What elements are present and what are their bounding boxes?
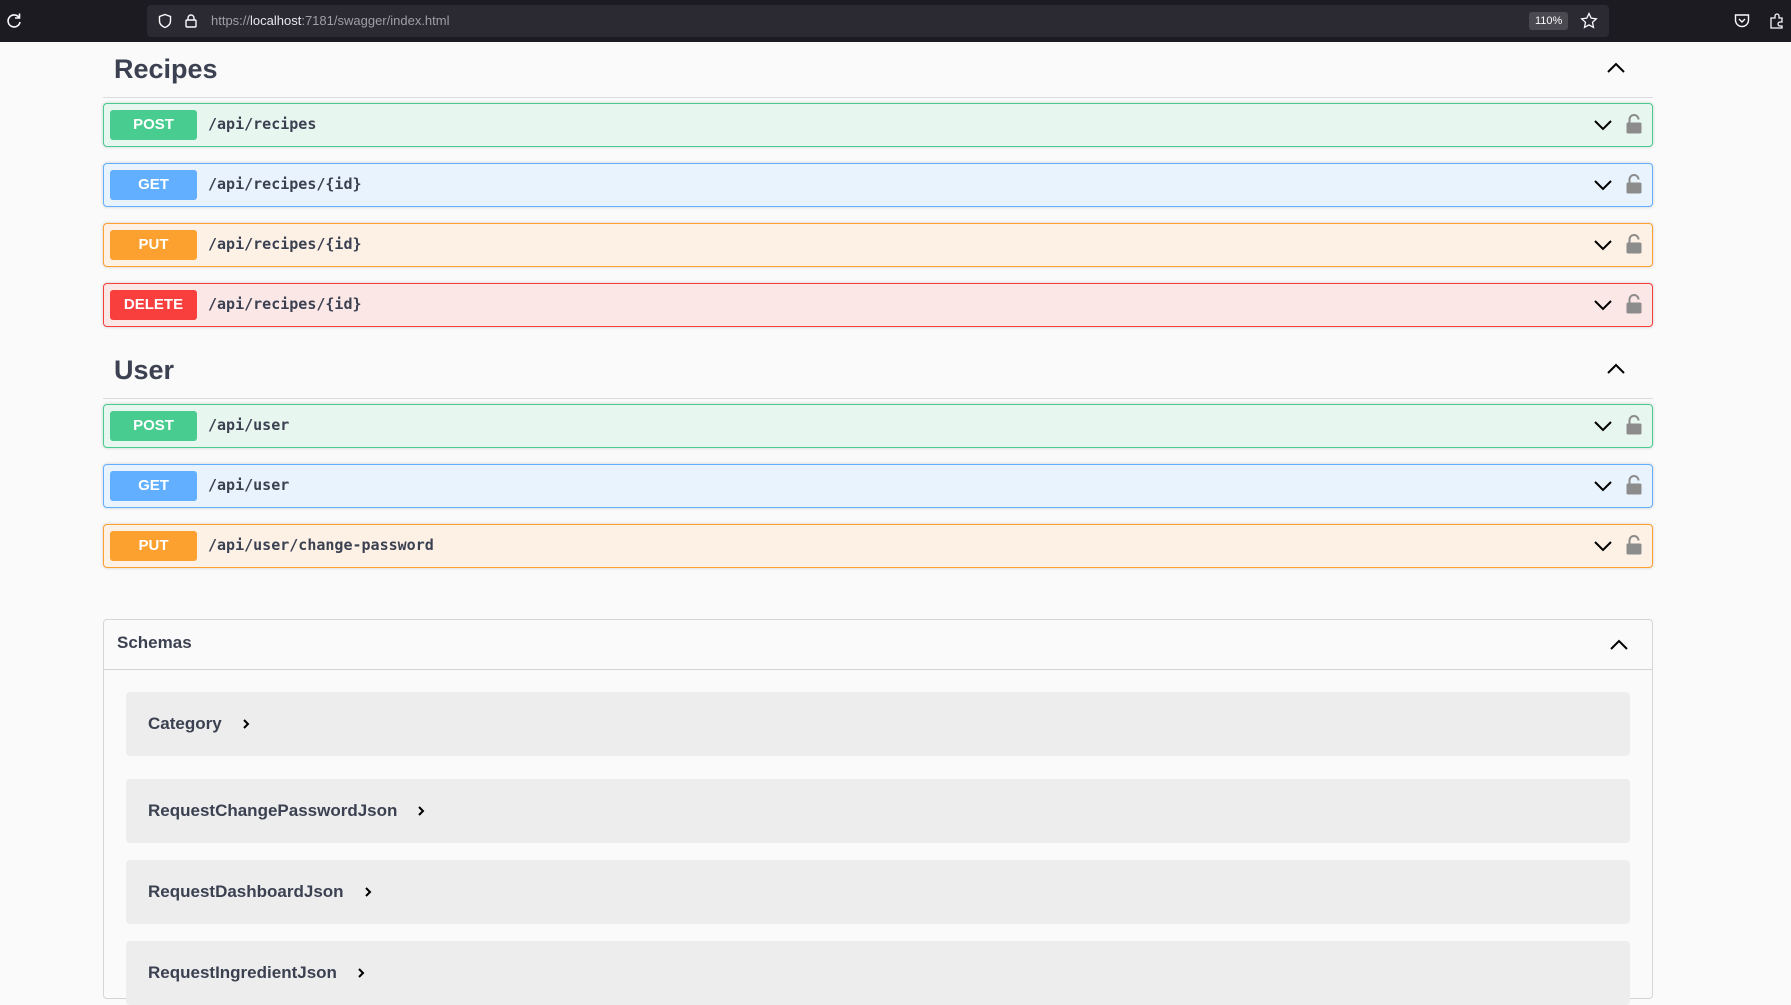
url-host: localhost [250, 13, 302, 28]
browser-toolbar: https://localhost:7181/swagger/index.htm… [0, 0, 1791, 42]
model-name: RequestDashboardJson [148, 882, 374, 902]
method-badge: GET [110, 471, 197, 501]
method-badge: PUT [110, 531, 197, 561]
operation-path: /api/user [208, 476, 290, 494]
schema-model-request-dashboard-json[interactable]: RequestDashboardJson [126, 860, 1630, 924]
schemas-section: Schemas Category RequestChangePasswordJs… [103, 619, 1653, 1005]
operation-path: /api/recipes [208, 115, 317, 133]
operations-container: Recipes POST /api/recipes GET /api/recip… [103, 42, 1653, 584]
chevron-right-icon[interactable] [362, 886, 374, 898]
schema-model-category[interactable]: Category [126, 692, 1630, 756]
lock-icon[interactable] [183, 13, 199, 29]
schemas-title: Schemas [117, 633, 192, 652]
operation-put-recipe-by-id[interactable]: PUT /api/recipes/{id} [103, 223, 1653, 267]
chevron-right-icon[interactable] [240, 718, 252, 730]
model-name: RequestChangePasswordJson [148, 801, 427, 821]
chevron-right-icon[interactable] [355, 967, 367, 979]
extensions-icon[interactable] [1768, 12, 1786, 30]
model-name-text: RequestIngredientJson [148, 963, 337, 982]
operation-get-recipe-by-id[interactable]: GET /api/recipes/{id} [103, 163, 1653, 207]
model-name-text: Category [148, 714, 222, 733]
method-badge: POST [110, 110, 197, 140]
operation-path: /api/recipes/{id} [208, 175, 362, 193]
model-name-text: RequestChangePasswordJson [148, 801, 398, 820]
chevron-up-icon[interactable] [1605, 361, 1627, 377]
chevron-down-icon[interactable] [1593, 419, 1613, 433]
chevron-down-icon[interactable] [1593, 298, 1613, 312]
url-bar[interactable]: https://localhost:7181/swagger/index.htm… [147, 5, 1609, 37]
model-name: RequestIngredientJson [148, 963, 367, 983]
lock-icon[interactable] [1625, 233, 1643, 255]
method-badge: POST [110, 411, 197, 441]
operation-delete-recipe-by-id[interactable]: DELETE /api/recipes/{id} [103, 283, 1653, 327]
lock-icon[interactable] [1625, 474, 1643, 496]
method-badge: DELETE [110, 290, 197, 320]
operation-post-user[interactable]: POST /api/user [103, 404, 1653, 448]
url-prefix: https:// [211, 13, 251, 28]
lock-icon[interactable] [1625, 113, 1643, 135]
pocket-icon[interactable] [1733, 12, 1751, 30]
url-text[interactable]: https://localhost:7181/swagger/index.htm… [211, 13, 450, 28]
lock-icon[interactable] [1625, 173, 1643, 195]
schema-model-request-ingredient-json[interactable]: RequestIngredientJson [126, 941, 1630, 1005]
bookmark-star-icon[interactable] [1580, 12, 1598, 30]
method-badge: PUT [110, 230, 197, 260]
lock-icon[interactable] [1625, 293, 1643, 315]
operation-path: /api/recipes/{id} [208, 295, 362, 313]
operation-post-recipes[interactable]: POST /api/recipes [103, 103, 1653, 147]
method-badge: GET [110, 170, 197, 200]
chevron-down-icon[interactable] [1593, 118, 1613, 132]
chevron-down-icon[interactable] [1593, 479, 1613, 493]
schema-model-request-change-password-json[interactable]: RequestChangePasswordJson [126, 779, 1630, 843]
operation-path: /api/recipes/{id} [208, 235, 362, 253]
chevron-down-icon[interactable] [1593, 238, 1613, 252]
chevron-up-icon[interactable] [1608, 637, 1630, 653]
schemas-header[interactable]: Schemas [104, 620, 1652, 670]
reload-icon[interactable] [4, 11, 24, 31]
chevron-right-icon[interactable] [415, 805, 427, 817]
model-name: Category [148, 714, 252, 734]
shield-icon[interactable] [157, 13, 173, 29]
lock-icon[interactable] [1625, 414, 1643, 436]
operation-put-change-password[interactable]: PUT /api/user/change-password [103, 524, 1653, 568]
operation-path: /api/user/change-password [208, 536, 434, 554]
url-rest: :7181/swagger/index.html [301, 13, 450, 28]
operation-get-user[interactable]: GET /api/user [103, 464, 1653, 508]
tag-title: User [114, 355, 175, 385]
tag-header-recipes[interactable]: Recipes [103, 42, 1653, 98]
lock-icon[interactable] [1625, 534, 1643, 556]
tag-header-user[interactable]: User [103, 343, 1653, 399]
tag-title: Recipes [114, 54, 218, 84]
chevron-up-icon[interactable] [1605, 60, 1627, 76]
chevron-down-icon[interactable] [1593, 539, 1613, 553]
operation-path: /api/user [208, 416, 290, 434]
model-name-text: RequestDashboardJson [148, 882, 344, 901]
chevron-down-icon[interactable] [1593, 178, 1613, 192]
zoom-badge[interactable]: 110% [1529, 12, 1569, 30]
